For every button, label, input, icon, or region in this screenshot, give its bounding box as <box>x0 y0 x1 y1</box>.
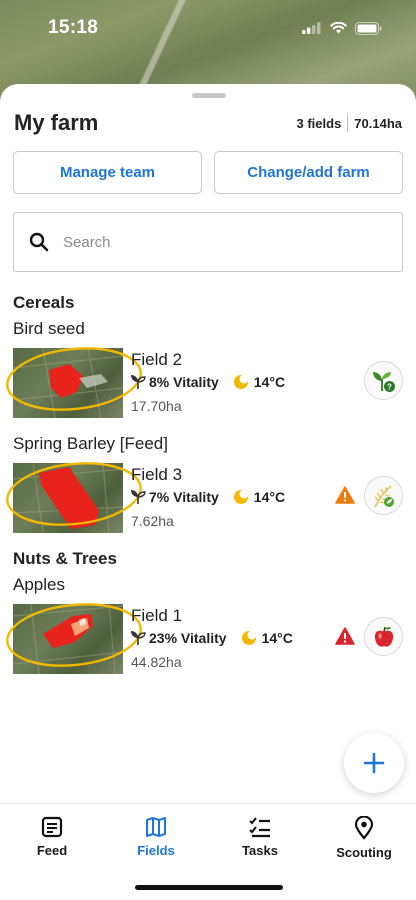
field-row[interactable]: Field 2 8% Vitality 14°C 17.70ha ? <box>6 347 403 418</box>
total-area: 70.14ha <box>354 115 402 131</box>
home-indicator <box>135 885 283 890</box>
field-thumbnail <box>13 463 123 533</box>
field-name: Field 1 <box>131 606 183 625</box>
vitality-value: 7% Vitality <box>149 489 219 505</box>
search-input[interactable]: Search <box>13 212 403 272</box>
weather-sun-icon <box>233 489 249 504</box>
action-buttons: Manage team Change/add farm <box>13 151 403 194</box>
farm-stats: 3 fields 70.14ha <box>296 114 402 132</box>
vitality-plant-icon <box>131 490 146 504</box>
field-thumbnail <box>13 604 123 674</box>
crop-heading: Bird seed <box>13 319 85 338</box>
map-icon <box>146 817 166 837</box>
weather-sun-icon <box>241 630 257 645</box>
cellular-signal-icon <box>302 22 321 34</box>
farm-sheet: My farm 3 fields 70.14ha Manage team Cha… <box>0 84 416 900</box>
field-area: 17.70ha <box>131 398 182 414</box>
tab-label: Fields <box>137 843 175 858</box>
tab-label: Tasks <box>242 843 278 858</box>
add-field-button[interactable] <box>344 733 404 793</box>
plus-icon <box>363 752 385 774</box>
field-name: Field 3 <box>131 465 183 484</box>
crop-type-badge[interactable] <box>364 476 403 515</box>
sheet-grabber-handle[interactable] <box>192 93 226 98</box>
field-row[interactable]: Field 1 23% Vitality 14°C 44.82ha <box>6 603 403 674</box>
temperature-value: 14°C <box>253 374 286 390</box>
battery-icon <box>355 21 382 35</box>
warning-icon[interactable] <box>335 627 355 645</box>
field-name: Field 2 <box>131 350 183 369</box>
weather-sun-icon <box>233 374 249 389</box>
search-icon <box>29 232 49 252</box>
category-heading: Nuts & Trees <box>13 549 117 568</box>
svg-text:?: ? <box>387 382 392 391</box>
tab-label: Scouting <box>336 845 392 860</box>
crop-type-badge[interactable]: ? <box>364 361 403 400</box>
vitality-value: 23% Vitality <box>149 630 227 646</box>
page-title: My farm <box>14 110 99 135</box>
tab-scouting[interactable]: Scouting <box>312 804 416 900</box>
field-meta: 23% Vitality 14°C <box>130 630 293 646</box>
category-heading: Cereals <box>13 293 75 312</box>
vitality-value: 8% Vitality <box>149 374 219 390</box>
field-area: 7.62ha <box>131 513 174 529</box>
field-meta: 7% Vitality 14°C <box>130 489 285 505</box>
farm-header: My farm 3 fields 70.14ha <box>14 108 402 138</box>
field-meta: 8% Vitality 14°C <box>130 374 285 390</box>
crop-heading: Spring Barley [Feed] <box>13 434 168 453</box>
field-row[interactable]: Field 3 7% Vitality 14°C 7.62ha <box>6 462 403 533</box>
temperature-value: 14°C <box>261 630 293 646</box>
tab-label: Feed <box>36 843 68 858</box>
change-farm-button[interactable]: Change/add farm <box>214 151 403 194</box>
wifi-icon <box>330 22 347 34</box>
manage-team-button[interactable]: Manage team <box>13 151 202 194</box>
stats-divider <box>347 114 349 132</box>
crop-heading: Apples <box>13 575 65 594</box>
field-area: 44.82ha <box>131 654 182 670</box>
field-thumbnail <box>13 348 123 418</box>
apple-icon <box>374 626 393 647</box>
plant-question-icon: ? <box>372 371 395 392</box>
status-bar: 15:18 <box>0 0 416 56</box>
crop-type-badge[interactable] <box>364 617 403 656</box>
vitality-plant-icon <box>131 375 146 389</box>
temperature-value: 14°C <box>253 489 286 505</box>
status-icons <box>302 21 382 35</box>
tab-feed[interactable]: Feed <box>0 804 104 900</box>
status-time: 15:18 <box>48 17 99 38</box>
feed-icon <box>41 816 63 838</box>
barley-icon <box>373 484 394 507</box>
location-pin-icon <box>354 816 374 840</box>
vitality-plant-icon <box>131 631 146 645</box>
search-placeholder: Search <box>63 233 111 251</box>
warning-icon[interactable] <box>335 486 355 504</box>
field-count: 3 fields <box>296 115 342 131</box>
tasks-icon <box>249 817 270 838</box>
